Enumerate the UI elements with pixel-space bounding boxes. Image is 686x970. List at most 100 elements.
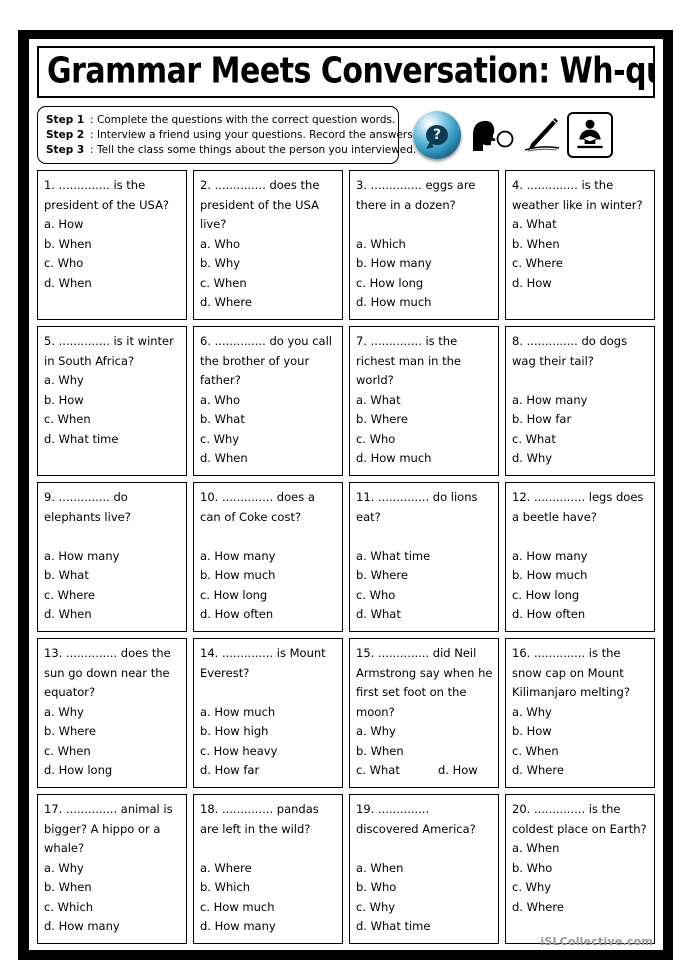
option-item[interactable]: b. Who (356, 878, 493, 898)
option-item[interactable]: b. Where (356, 566, 493, 586)
option-item[interactable]: a. Why (44, 703, 181, 723)
option-item[interactable]: a. How many (200, 547, 337, 567)
option-item[interactable]: b. What (200, 410, 337, 430)
option-item[interactable]: d. How much (356, 449, 493, 469)
option-item[interactable]: b. How (512, 722, 649, 742)
option-item[interactable]: b. Which (200, 878, 337, 898)
option-item[interactable]: a. Who (200, 391, 337, 411)
option-item[interactable]: d. What time (44, 430, 181, 450)
option-item[interactable]: d. How (512, 274, 649, 294)
option-item[interactable]: c. Which (44, 898, 181, 918)
option-item[interactable]: a. How many (512, 547, 649, 567)
option-item[interactable]: b. How far (512, 410, 649, 430)
option-item[interactable]: c. How heavy (200, 742, 337, 762)
option-item[interactable]: d. Where (200, 293, 337, 313)
option-item[interactable]: a. Why (44, 859, 181, 879)
option-item[interactable]: a. What (512, 215, 649, 235)
option-item[interactable]: b. Why (200, 254, 337, 274)
option-item[interactable]: c. Why (200, 430, 337, 450)
question-card[interactable]: 12. .............. legs does a beetle ha… (505, 482, 655, 632)
option-item[interactable]: c. Why (356, 898, 493, 918)
option-item[interactable]: d. How many (44, 917, 181, 937)
option-item[interactable]: d. How much (356, 293, 493, 313)
option-item[interactable]: c. Where (44, 586, 181, 606)
option-item[interactable]: c. When (200, 274, 337, 294)
option-item[interactable]: b. How much (512, 566, 649, 586)
option-item[interactable]: a. How many (44, 547, 181, 567)
option-item[interactable]: b. How high (200, 722, 337, 742)
question-card[interactable]: 1. .............. is the president of th… (37, 170, 187, 320)
question-card[interactable]: 5. .............. is it winter in South … (37, 326, 187, 476)
question-card[interactable]: 13. .............. does the sun go down … (37, 638, 187, 788)
option-item[interactable]: c. Who (356, 586, 493, 606)
question-card[interactable]: 15. .............. did Neil Armstrong sa… (349, 638, 499, 788)
option-item[interactable]: b. When (356, 742, 493, 762)
option-item[interactable]: b. How much (200, 566, 337, 586)
option-item[interactable]: d. How long (44, 761, 181, 781)
option-item[interactable]: c. How much (200, 898, 337, 918)
option-item[interactable]: b. When (44, 235, 181, 255)
option-item[interactable]: d. What (356, 605, 493, 625)
option-item[interactable]: d. Where (512, 898, 649, 918)
option-item[interactable]: a. What (356, 391, 493, 411)
option-item[interactable]: b. Who (512, 859, 649, 879)
question-card[interactable]: 4. .............. is the weather like in… (505, 170, 655, 320)
option-item[interactable]: c. What (356, 761, 438, 781)
question-card[interactable]: 14. .............. is Mount Everest? a. H… (193, 638, 343, 788)
option-item[interactable]: c. When (512, 742, 649, 762)
option-item[interactable]: b. Where (356, 410, 493, 430)
question-card[interactable]: 8. .............. do dogs wag their tail… (505, 326, 655, 476)
option-item[interactable]: d. How often (512, 605, 649, 625)
option-item[interactable]: c. How long (356, 274, 493, 294)
option-item[interactable]: c. Who (44, 254, 181, 274)
option-item[interactable]: a. Why (44, 371, 181, 391)
option-item[interactable]: c. What (512, 430, 649, 450)
option-item[interactable]: b. How (44, 391, 181, 411)
option-item[interactable]: d. How often (200, 605, 337, 625)
question-card[interactable]: 3. .............. eggs are there in a do… (349, 170, 499, 320)
option-item[interactable]: d. When (44, 605, 181, 625)
option-item[interactable]: a. What time (356, 547, 493, 567)
option-item[interactable]: a. How much (200, 703, 337, 723)
option-item[interactable]: a. Where (200, 859, 337, 879)
option-item[interactable]: a. Who (200, 235, 337, 255)
question-card[interactable]: 11. .............. do lions eat? a. What … (349, 482, 499, 632)
option-item[interactable]: d. How many (200, 917, 337, 937)
option-item[interactable]: b. What (44, 566, 181, 586)
option-item[interactable]: c. Why (512, 878, 649, 898)
option-item[interactable]: d. How far (200, 761, 337, 781)
option-item[interactable]: b. How many (356, 254, 493, 274)
option-item[interactable]: a. How many (512, 391, 649, 411)
option-item[interactable]: d. When (44, 274, 181, 294)
option-item[interactable]: a. Why (356, 722, 493, 742)
option-item[interactable]: d. What time (356, 917, 493, 937)
option-item[interactable]: c. Where (512, 254, 649, 274)
option-item[interactable]: c. When (44, 742, 181, 762)
option-item[interactable]: c. Who (356, 430, 493, 450)
question-card[interactable]: 7. .............. is the richest man in … (349, 326, 499, 476)
question-card[interactable]: 6. .............. do you call the brothe… (193, 326, 343, 476)
option-item[interactable]: a. Which (356, 235, 493, 255)
question-card[interactable]: 9. .............. do elephants live? a. H… (37, 482, 187, 632)
option-item[interactable]: d. How (438, 761, 478, 781)
option-item[interactable]: a. Why (512, 703, 649, 723)
question-card[interactable]: 18. .............. pandas are left in th… (193, 794, 343, 944)
question-card[interactable]: 16. .............. is the snow cap on Mo… (505, 638, 655, 788)
option-item[interactable]: c. When (44, 410, 181, 430)
option-item[interactable]: a. How (44, 215, 181, 235)
option-item[interactable]: c. How long (200, 586, 337, 606)
option-item[interactable]: a. When (356, 859, 493, 879)
option-item[interactable]: b. Where (44, 722, 181, 742)
option-item[interactable]: d. Why (512, 449, 649, 469)
question-card[interactable]: 10. .............. does a can of Coke co… (193, 482, 343, 632)
option-item[interactable]: b. When (512, 235, 649, 255)
question-card[interactable]: 17. .............. animal is bigger? A h… (37, 794, 187, 944)
question-card[interactable]: 19. .............. discovered America? a.… (349, 794, 499, 944)
option-item[interactable]: d. Where (512, 761, 649, 781)
option-item[interactable]: b. When (44, 878, 181, 898)
option-item[interactable]: c. How long (512, 586, 649, 606)
option-item[interactable]: a. When (512, 839, 649, 859)
option-item[interactable]: d. When (200, 449, 337, 469)
question-card[interactable]: 20. .............. is the coldest place … (505, 794, 655, 944)
question-card[interactable]: 2. .............. does the president of … (193, 170, 343, 320)
